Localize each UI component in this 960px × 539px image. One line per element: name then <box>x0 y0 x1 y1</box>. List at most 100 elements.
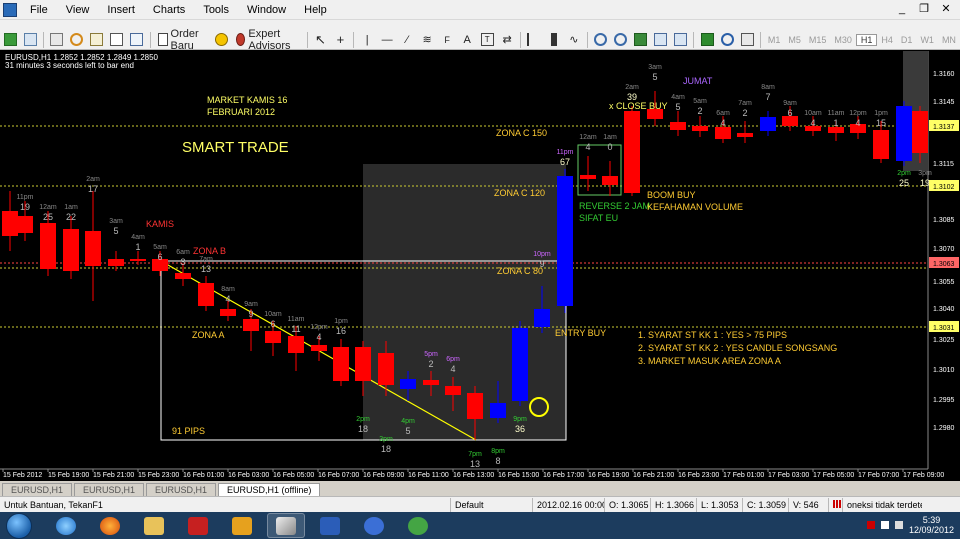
tray-network-icon[interactable] <box>880 521 889 529</box>
system-clock[interactable]: 5:39 12/09/2012 <box>909 515 954 535</box>
arrows-button[interactable]: ⇄ <box>498 31 516 49</box>
tf-d1[interactable]: D1 <box>897 35 917 45</box>
data-window-button[interactable] <box>88 31 106 49</box>
status-low: L: 1.3053 <box>696 497 742 512</box>
taskbar-app9[interactable] <box>399 513 437 538</box>
candle-hour-label: 11am <box>828 110 845 117</box>
tf-h1[interactable]: H1 <box>855 33 878 46</box>
window-controls: _ ❐ ✕ <box>894 2 954 16</box>
text-button[interactable]: A <box>458 31 476 49</box>
expert-advisors-button[interactable]: Expert Advisors <box>232 28 303 52</box>
chart-tab-3[interactable]: EURUSD,H1 <box>146 483 217 496</box>
profiles-button[interactable] <box>21 31 39 49</box>
tf-m5[interactable]: M5 <box>784 35 805 45</box>
time-tick-label: 16 Feb 09:00 <box>363 472 404 479</box>
taskbar-app4[interactable] <box>179 513 217 538</box>
restore-icon[interactable]: ❐ <box>916 2 932 16</box>
chart-tab-4[interactable]: EURUSD,H1 (offline) <box>218 483 321 496</box>
fibonacci-button[interactable]: F <box>438 31 456 49</box>
tf-h4[interactable]: H4 <box>877 35 897 45</box>
folder-icon <box>144 516 164 535</box>
start-button[interactable] <box>6 512 32 539</box>
menu-tools[interactable]: Tools <box>194 4 238 16</box>
close-icon[interactable]: ✕ <box>938 2 954 16</box>
menu-help[interactable]: Help <box>295 4 336 16</box>
vertical-line-button[interactable]: | <box>358 31 376 49</box>
cursor-button[interactable]: ↖ <box>311 31 329 49</box>
candlestick-button[interactable] <box>545 31 563 49</box>
horizontal-line-button[interactable]: — <box>378 31 396 49</box>
menu-insert[interactable]: Insert <box>98 4 144 16</box>
market-watch-button[interactable] <box>48 31 66 49</box>
ea-toggle-button[interactable] <box>212 31 230 49</box>
media-player-icon <box>232 516 252 535</box>
warning-icon <box>214 33 228 46</box>
candle-pips-label: 22 <box>66 212 76 222</box>
terminal-button[interactable] <box>108 31 126 49</box>
candle-hour-label: 8pm <box>491 448 505 455</box>
line-chart-button[interactable]: ∿ <box>565 31 583 49</box>
candle-hour-label: 5am <box>153 244 167 251</box>
trendline-button[interactable]: ⁄ <box>398 31 416 49</box>
tf-m15[interactable]: M15 <box>805 35 831 45</box>
menu-window[interactable]: Window <box>238 4 295 16</box>
chart-tab-1[interactable]: EURUSD,H1 <box>2 483 73 496</box>
taskbar-ie[interactable] <box>47 513 85 538</box>
chart-window[interactable]: 11pm 19 12am 25 1am 22 2am 17 3am 5 4am 1 5am 6 6am 3 7a… <box>0 51 960 481</box>
candle-body <box>265 331 281 343</box>
taskbar-app7[interactable] <box>311 513 349 538</box>
candle-pips-label: 4 <box>855 118 860 128</box>
candle-pips-label: 2 <box>742 108 747 118</box>
time-axis: 15 Feb 2012 15 Feb 19:00 15 Feb 21:00 15 Fe… <box>2 469 944 479</box>
time-tick-label: 17 Feb 01:00 <box>723 472 764 479</box>
candle-pips-label: 4 <box>810 118 815 128</box>
tf-m30[interactable]: M30 <box>830 35 856 45</box>
status-high: H: 1.3066 <box>650 497 696 512</box>
tray-volume-icon[interactable] <box>894 521 903 529</box>
taskbar-explorer[interactable] <box>135 513 173 538</box>
boom-buy-label: BOOM BUY <box>647 190 696 200</box>
periods-button[interactable] <box>718 31 736 49</box>
jumat-label: JUMAT <box>683 76 713 86</box>
taskbar-firefox[interactable] <box>91 513 129 538</box>
strategy-tester-button[interactable] <box>128 31 146 49</box>
new-chart-button[interactable] <box>1 31 19 49</box>
chart-tab-2[interactable]: EURUSD,H1 <box>74 483 145 496</box>
order-baru-button[interactable]: Order Baru <box>154 28 210 52</box>
label-button[interactable]: T <box>478 31 496 49</box>
chart-shift-button[interactable] <box>671 31 689 49</box>
crosshair-button[interactable]: + <box>331 31 349 49</box>
profile-name: Default <box>450 497 532 512</box>
tf-w1[interactable]: W1 <box>916 35 938 45</box>
taskbar-metatrader[interactable] <box>267 513 305 538</box>
taskbar-media[interactable] <box>223 513 261 538</box>
menu-charts[interactable]: Charts <box>144 4 194 16</box>
candle-pips-label: 18 <box>358 424 368 434</box>
zoom-in-button[interactable] <box>591 31 609 49</box>
candle-pips-label: 13 <box>470 459 480 469</box>
app-green-icon <box>408 516 428 535</box>
navigator-button[interactable] <box>68 31 86 49</box>
tf-mn[interactable]: MN <box>938 35 960 45</box>
entry-buy-label: ENTRY BUY <box>555 328 606 338</box>
price-chart[interactable]: 11pm19 12am251am222am173am54am1 5am6 6am3 7a… <box>0 51 960 481</box>
zoom-in-icon <box>593 33 607 46</box>
menu-file[interactable]: File <box>21 4 57 16</box>
zoom-out-button[interactable] <box>611 31 629 49</box>
tf-m1[interactable]: M1 <box>764 35 785 45</box>
tray-flag-icon[interactable] <box>866 521 875 529</box>
menu-view[interactable]: View <box>57 4 99 16</box>
indicators-button[interactable] <box>698 31 716 49</box>
templates-button[interactable] <box>738 31 756 49</box>
autoscroll-icon <box>653 33 667 46</box>
minimize-icon[interactable]: _ <box>894 2 910 16</box>
channel-button[interactable]: ≋ <box>418 31 436 49</box>
connection-icon <box>828 497 842 512</box>
bar-chart-button[interactable] <box>525 31 543 49</box>
candle-body <box>243 319 259 331</box>
clock-icon <box>720 33 734 46</box>
tile-windows-button[interactable] <box>631 31 649 49</box>
taskbar-messenger[interactable] <box>355 513 393 538</box>
time-tick-label: 17 Feb 03:00 <box>768 472 809 479</box>
autoscroll-button[interactable] <box>651 31 669 49</box>
